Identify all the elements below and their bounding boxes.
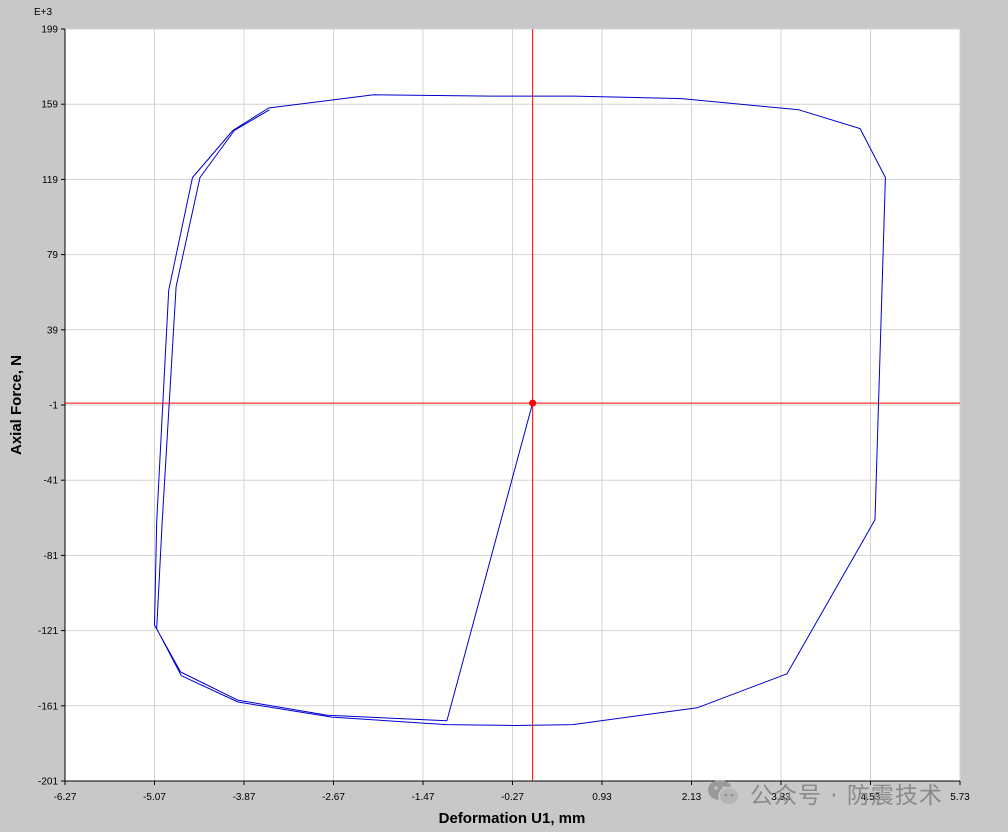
watermark: 公众号 · 防震技术 <box>706 776 943 810</box>
x-tick-label: -5.07 <box>143 792 166 803</box>
y-tick-label: -121 <box>38 626 58 637</box>
y-tick-label: 39 <box>47 325 59 336</box>
y-axis-title: Axial Force, N <box>8 355 25 455</box>
x-tick-label: 0.93 <box>592 792 612 803</box>
x-tick-label: -0.27 <box>501 792 524 803</box>
y-tick-label: -81 <box>44 551 59 562</box>
y-tick-label: -201 <box>38 777 58 788</box>
x-tick-label: 5.73 <box>950 792 970 803</box>
y-tick-label: 199 <box>41 25 58 36</box>
y-tick-label: -41 <box>44 476 59 487</box>
y-tick-label: 159 <box>41 100 58 111</box>
x-tick-label: -6.27 <box>54 792 77 803</box>
watermark-text: 公众号 · 防震技术 <box>750 783 943 809</box>
x-tick-label: -2.67 <box>322 792 345 803</box>
x-tick-label: 2.13 <box>682 792 702 803</box>
hysteresis-chart: -6.27 -5.07 -3.87 -2.67 -1.47 -0.27 0.93 2.13 3.… <box>8 7 970 827</box>
y-tick-label: -1 <box>49 401 58 412</box>
x-tick-label: -3.87 <box>233 792 256 803</box>
y-exponent-label: E+3 <box>34 7 53 18</box>
y-tick-label: 119 <box>42 175 58 186</box>
y-tick-label: 79 <box>47 250 59 261</box>
wechat-icon <box>708 780 740 806</box>
origin-marker-point <box>529 399 537 407</box>
x-axis-title: Deformation U1, mm <box>439 810 586 827</box>
chart-frame: -6.27 -5.07 -3.87 -2.67 -1.47 -0.27 0.93 2.13 3.… <box>0 0 1008 832</box>
x-tick-label: -1.47 <box>412 792 435 803</box>
y-tick-labels: 199 159 119 79 39 -1 -41 -81 -121 -161 -201 <box>38 25 58 788</box>
y-tick-label: -161 <box>38 701 58 712</box>
